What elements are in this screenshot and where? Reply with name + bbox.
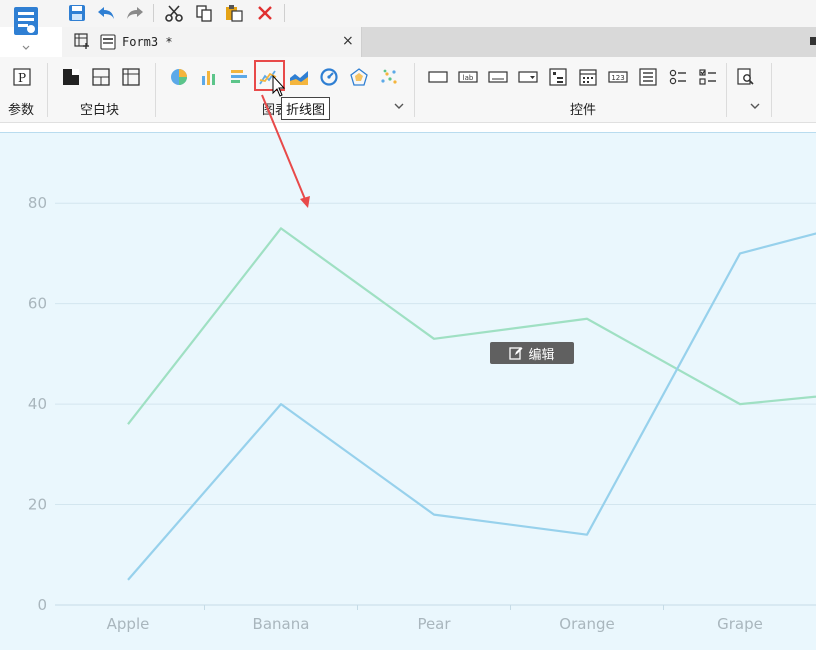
- param-icon-letter: P: [18, 71, 26, 85]
- separator: [47, 63, 48, 117]
- tab-label: Form3 *: [122, 35, 173, 49]
- search-widget-icon[interactable]: [734, 65, 758, 89]
- group-label-widgets: 控件: [570, 103, 597, 118]
- delete-icon[interactable]: [254, 2, 276, 24]
- gauge-chart-icon[interactable]: [317, 65, 341, 89]
- paste-icon[interactable]: [223, 2, 245, 24]
- redo-icon[interactable]: [124, 2, 146, 24]
- number-widget-text: 123: [611, 74, 624, 82]
- split-layout-button[interactable]: [89, 65, 113, 89]
- separator: [153, 4, 154, 22]
- separator: [726, 63, 727, 117]
- x-tick-label: Grape: [717, 615, 763, 633]
- radio-group-widget-icon[interactable]: [666, 65, 690, 89]
- label-widget-text: lab: [463, 74, 474, 82]
- save-icon[interactable]: [66, 2, 88, 24]
- tab-form3[interactable]: Form3 * ×: [62, 27, 362, 57]
- form-designer-window: Form3 * × P 参数 空白块 图表 lab 123 控件 折线图 0 2…: [0, 0, 816, 650]
- line-chart-icon[interactable]: [257, 65, 281, 89]
- series-line-1: [127, 227, 816, 425]
- pie-chart-icon[interactable]: [167, 65, 191, 89]
- radar-chart-icon[interactable]: [347, 65, 371, 89]
- line-chart[interactable]: 0 20 40 60 80 Apple Banana Pear Orange Grape: [0, 133, 816, 650]
- grid-add-icon[interactable]: [74, 33, 90, 53]
- y-tick-label: 20: [28, 496, 47, 514]
- document-tab-strip: Form3 * ×: [62, 27, 816, 57]
- separator: [771, 63, 772, 117]
- x-tick-label: Apple: [107, 615, 150, 633]
- grid-layout-button[interactable]: [119, 65, 143, 89]
- series-line-2: [127, 232, 816, 581]
- line-chart-tooltip: 折线图: [281, 97, 331, 120]
- param-button[interactable]: P: [10, 65, 34, 89]
- y-tick-label: 0: [37, 596, 47, 614]
- group-label-blank-block: 空白块: [80, 103, 120, 118]
- edit-icon: [509, 347, 523, 360]
- number-widget-icon[interactable]: 123: [606, 65, 630, 89]
- quick-access-toolbar: [0, 0, 816, 27]
- absolute-layout-button[interactable]: [59, 65, 83, 89]
- horizontal-bar-chart-icon[interactable]: [227, 65, 251, 89]
- list-widget-icon[interactable]: [636, 65, 660, 89]
- y-tick-label: 40: [28, 395, 47, 413]
- scatter-chart-icon[interactable]: [377, 65, 401, 89]
- tab-overflow-marker: [810, 37, 816, 45]
- button-widget-icon[interactable]: [426, 65, 450, 89]
- edit-button-label: 编辑: [528, 347, 555, 363]
- chart-group-expand-icon[interactable]: [394, 100, 404, 113]
- label-widget-icon[interactable]: lab: [456, 65, 480, 89]
- x-tick-label: Pear: [417, 615, 451, 633]
- widgets-group-expand-icon[interactable]: [750, 100, 760, 113]
- separator: [155, 63, 156, 117]
- x-tick-label: Orange: [559, 615, 614, 633]
- textbox-widget-icon[interactable]: [486, 65, 510, 89]
- edit-button[interactable]: 编辑: [490, 342, 574, 364]
- checkbox-group-widget-icon[interactable]: [696, 65, 720, 89]
- x-tick-label: Banana: [253, 615, 310, 633]
- tab-close-button[interactable]: ×: [342, 33, 354, 49]
- cut-icon[interactable]: [163, 2, 185, 24]
- group-label-param: 参数: [8, 103, 35, 118]
- app-logo-icon[interactable]: [12, 4, 40, 52]
- dropdown-widget-icon[interactable]: [516, 65, 540, 89]
- area-chart-icon[interactable]: [287, 65, 311, 89]
- undo-icon[interactable]: [95, 2, 117, 24]
- y-tick-label: 60: [28, 295, 47, 313]
- y-tick-label: 80: [28, 194, 47, 212]
- date-widget-icon[interactable]: [576, 65, 600, 89]
- separator: [414, 63, 415, 117]
- ribbon-toolbar: P 参数 空白块 图表 lab 123 控件: [0, 57, 816, 123]
- bar-chart-icon[interactable]: [197, 65, 221, 89]
- tree-widget-icon[interactable]: [546, 65, 570, 89]
- form-document-icon: [100, 34, 116, 54]
- separator: [284, 4, 285, 22]
- copy-icon[interactable]: [193, 2, 215, 24]
- form-canvas[interactable]: 0 20 40 60 80 Apple Banana Pear Orange Grape 编辑: [0, 132, 816, 650]
